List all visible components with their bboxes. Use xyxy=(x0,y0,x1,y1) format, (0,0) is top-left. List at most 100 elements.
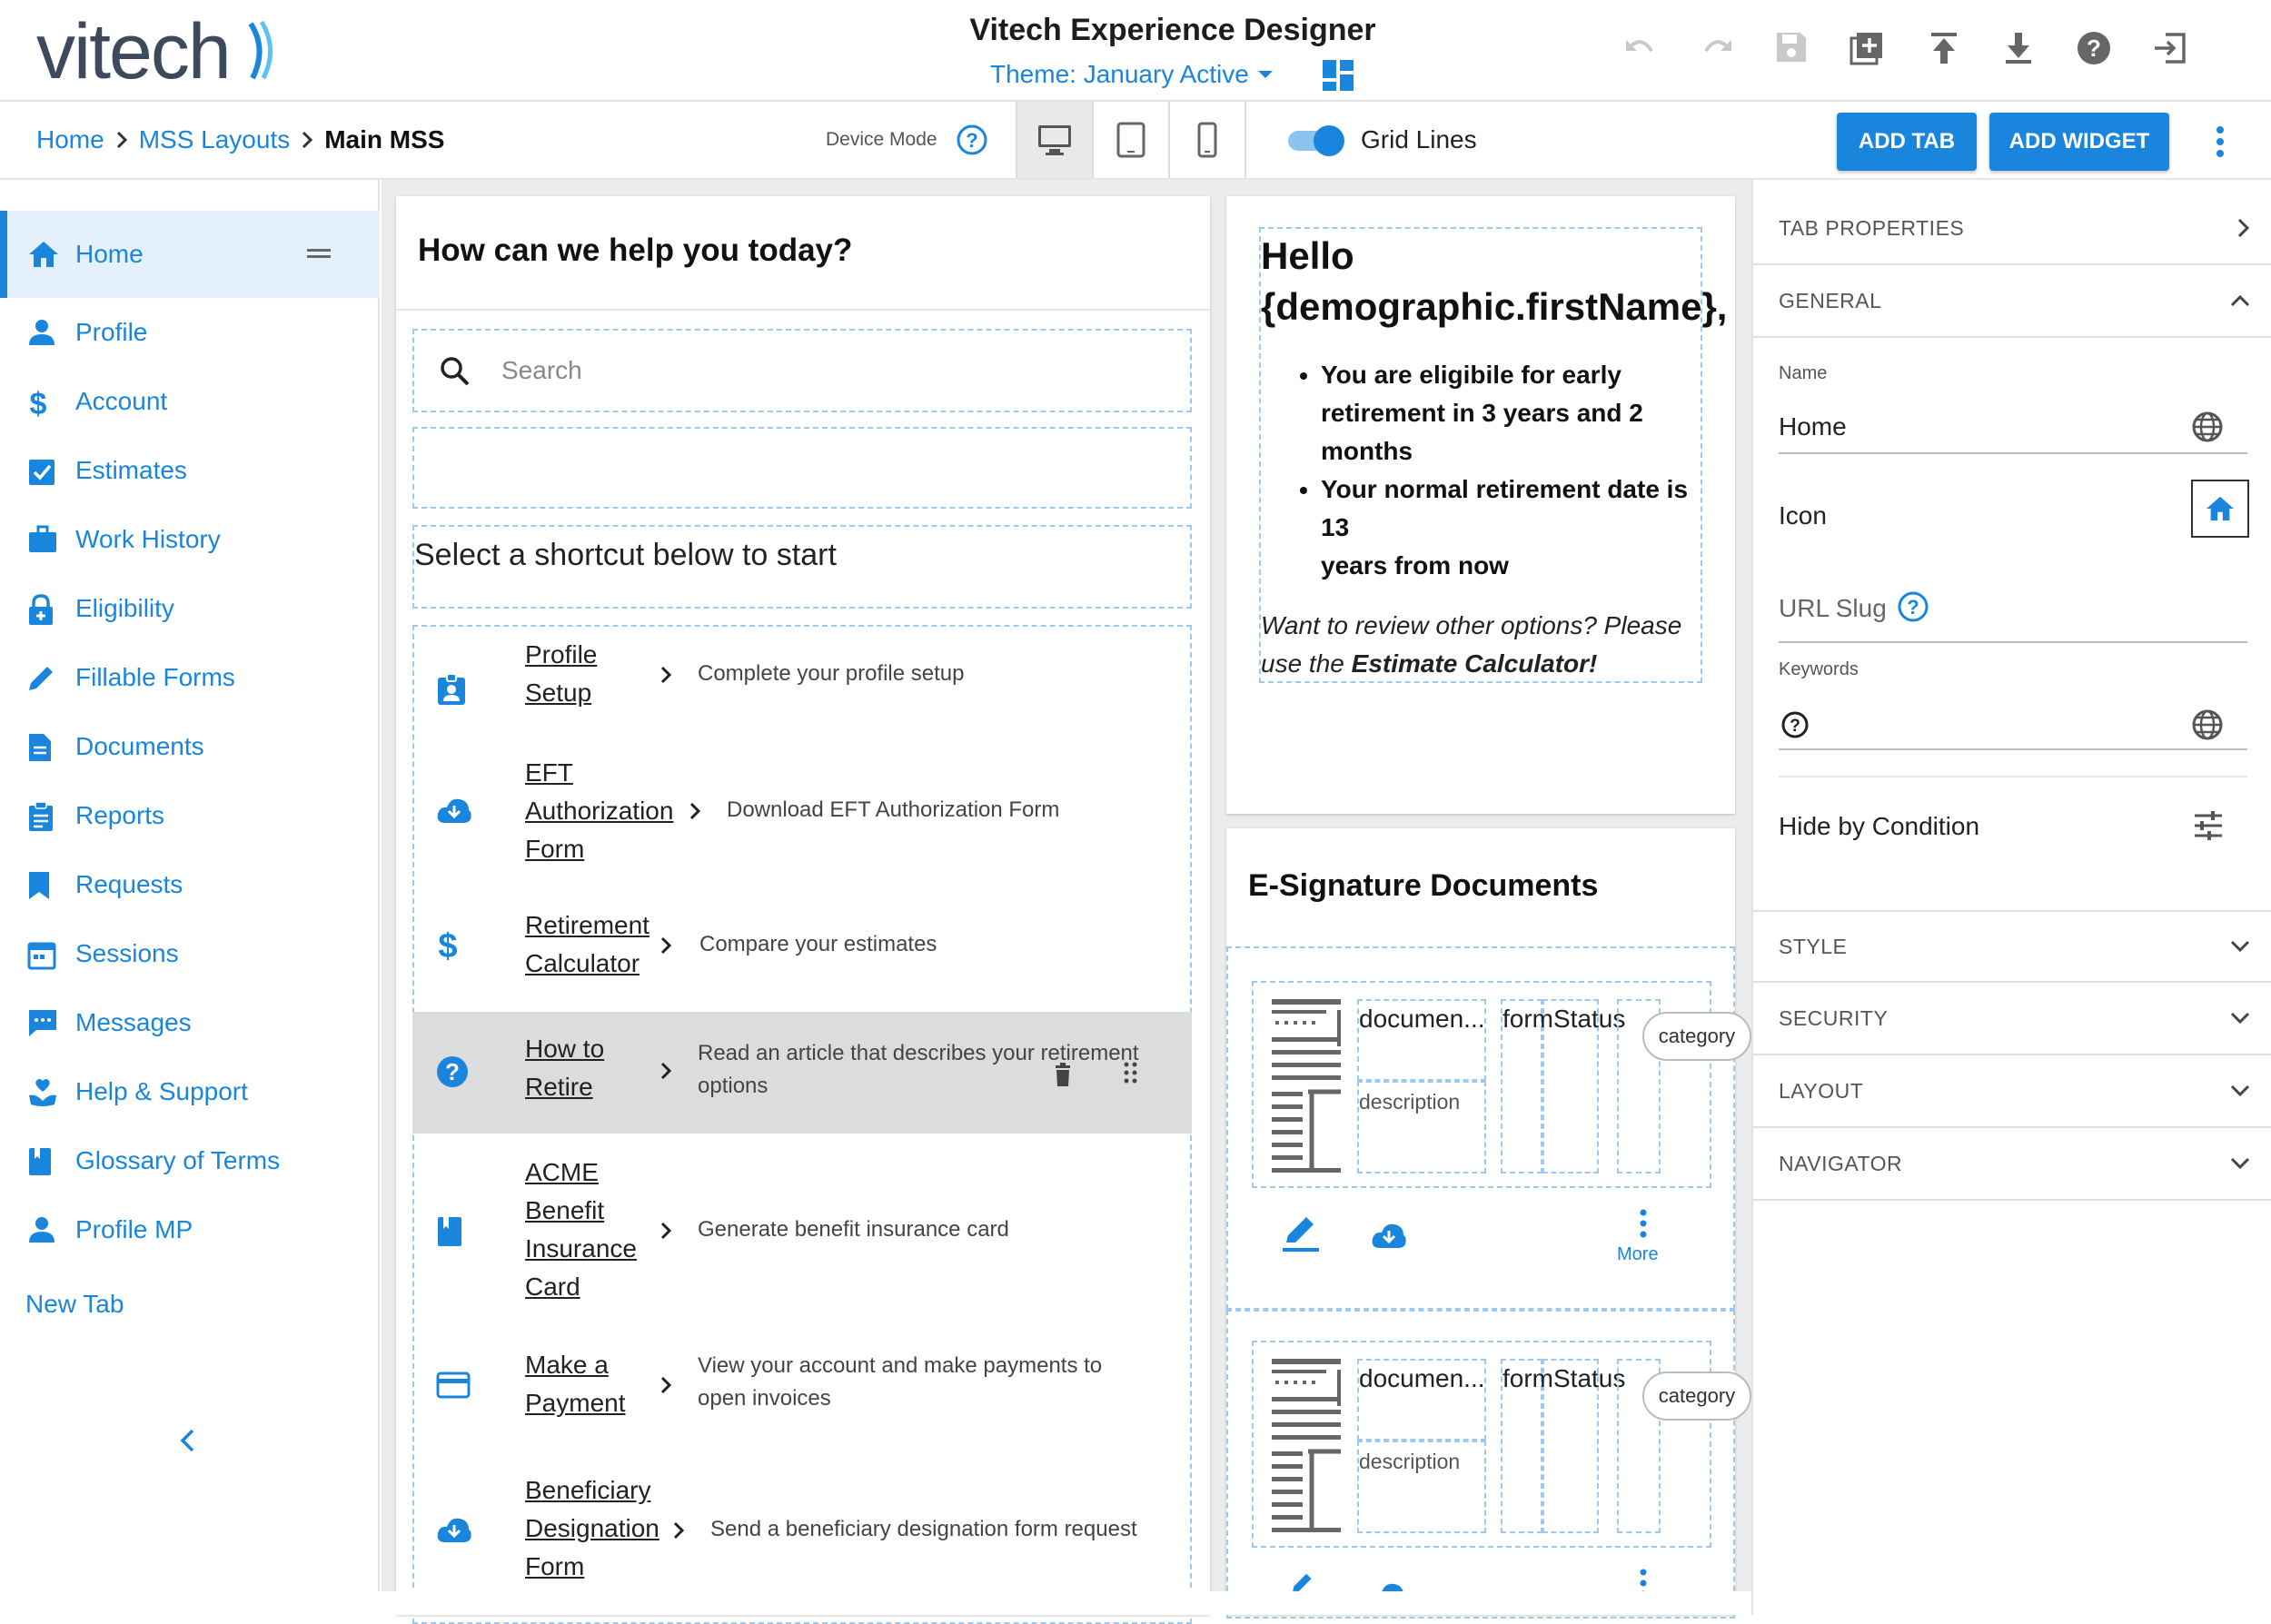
sidebar-item-documents[interactable]: Documents xyxy=(0,721,380,772)
breadcrumb-home[interactable]: Home xyxy=(36,125,104,154)
add-tab-button[interactable]: ADD TAB xyxy=(1837,113,1977,171)
shortcut-retirement-calculator[interactable]: $ Retirement Calculator Compare your est… xyxy=(412,906,1192,1006)
help-circle-icon: ? xyxy=(437,1056,468,1087)
drag-handle-icon[interactable] xyxy=(1123,1061,1139,1084)
svg-text:?: ? xyxy=(1790,717,1800,736)
shortcut-how-to-retire[interactable]: ? How to Retire Read an article that des… xyxy=(412,1012,1192,1134)
drag-handle-icon[interactable] xyxy=(307,247,331,260)
sidebar-item-help-support[interactable]: Help & Support xyxy=(0,1066,380,1117)
add-widget-button[interactable]: ADD WIDGET xyxy=(1989,113,2169,171)
edit-icon[interactable] xyxy=(1281,1213,1321,1253)
shortcut-acme-benefit-card[interactable]: ACME Benefit Insurance Card Generate ben… xyxy=(412,1154,1192,1308)
shortcut-beneficiary-designation[interactable]: Beneficiary Designation Form Send a bene… xyxy=(412,1471,1192,1599)
document-thumbnail-icon xyxy=(1272,999,1341,1173)
sidebar-item-profile[interactable]: Profile xyxy=(0,307,380,358)
chevron-right-icon xyxy=(660,1222,672,1240)
chevron-up-icon xyxy=(2230,294,2250,307)
shortcut-make-payment[interactable]: Make a Payment View your account and mak… xyxy=(412,1351,1192,1442)
device-mode-label: Device Mode xyxy=(826,129,937,150)
shortcut-title-line: Profile xyxy=(525,640,598,668)
grid-lines-toggle[interactable] xyxy=(1288,125,1346,156)
layout-section-header[interactable]: LAYOUT xyxy=(1753,1055,2271,1128)
delete-icon[interactable] xyxy=(1054,1063,1072,1086)
sidebar-item-profile-mp[interactable]: Profile MP xyxy=(0,1204,380,1255)
help-icon[interactable]: ? xyxy=(2077,31,2111,65)
chevron-down-icon xyxy=(2230,1012,2250,1025)
redo-icon[interactable] xyxy=(1699,31,1735,67)
field-underline xyxy=(1779,452,2247,454)
designer-toolbar: Home MSS Layouts Main MSS Device Mode ? … xyxy=(0,102,2271,180)
shortcut-profile-setup[interactable]: Profile Setup Complete your profile setu… xyxy=(412,634,1192,752)
more-actions-button[interactable]: More xyxy=(1617,1208,1659,1265)
shortcut-description: Compare your estimates xyxy=(699,932,937,956)
add-box-icon[interactable] xyxy=(1850,31,1884,65)
layout-dashboard-icon[interactable] xyxy=(1323,60,1354,91)
tune-icon[interactable] xyxy=(2193,810,2224,841)
search-input[interactable]: Search xyxy=(412,329,1192,412)
field-underline xyxy=(1779,641,2247,643)
shortcut-title-line: Designation xyxy=(525,1514,659,1542)
esign-document-card[interactable]: documen... description formStatus catego… xyxy=(1252,1341,1751,1548)
esign-document-card[interactable]: documen... description formStatus catego… xyxy=(1252,981,1751,1188)
search-icon xyxy=(441,357,470,386)
book-icon xyxy=(29,1148,51,1175)
sidebar-item-sessions[interactable]: Sessions xyxy=(0,928,380,979)
more-vert-icon[interactable] xyxy=(2207,124,2233,160)
globe-icon[interactable] xyxy=(2191,411,2224,443)
publish-icon[interactable] xyxy=(1928,31,1960,65)
more-label: More xyxy=(1617,1244,1659,1264)
sidebar-item-estimates[interactable]: Estimates xyxy=(0,445,380,496)
badge-icon xyxy=(438,673,465,705)
undo-icon[interactable] xyxy=(1622,31,1659,67)
device-mode-group xyxy=(1016,102,1246,178)
help-outline-icon[interactable]: ? xyxy=(956,124,988,156)
shortcut-description: Read an article that describes your reti… xyxy=(698,1041,1139,1065)
tab-properties-header[interactable]: TAB PROPERTIES xyxy=(1753,193,2271,265)
shortcut-eft-authorization[interactable]: EFT Authorization Form Download EFT Auth… xyxy=(412,752,1192,888)
sidebar-item-work-history[interactable]: Work History xyxy=(0,514,380,565)
sidebar-item-glossary[interactable]: Glossary of Terms xyxy=(0,1135,380,1186)
sidebar-item-requests[interactable]: Requests xyxy=(0,859,380,910)
general-section-header[interactable]: GENERAL xyxy=(1753,265,2271,338)
greeting-bullets: You are eligibile for early retirement i… xyxy=(1295,356,1704,585)
tablet-mode-button[interactable] xyxy=(1094,102,1170,178)
shortcut-title-line: Form xyxy=(525,1552,585,1580)
sidebar-item-messages[interactable]: Messages xyxy=(0,997,380,1048)
greeting-title: Hello xyxy=(1261,234,1354,277)
url-slug-field[interactable]: URL Slug xyxy=(1779,594,1887,623)
dollar-icon: $ xyxy=(438,927,457,963)
keywords-field-underline[interactable] xyxy=(1779,748,2247,750)
cloud-download-icon[interactable] xyxy=(1370,1221,1408,1250)
hand-heart-icon xyxy=(29,1079,56,1106)
help-outline-icon[interactable]: ? xyxy=(1780,710,1810,739)
desktop-mode-button[interactable] xyxy=(1017,102,1094,178)
breadcrumb-current: Main MSS xyxy=(324,125,445,153)
chevron-right-icon xyxy=(660,1062,672,1080)
style-section-header[interactable]: STYLE xyxy=(1753,910,2271,983)
mobile-mode-button[interactable] xyxy=(1170,102,1246,178)
home-icon xyxy=(2207,496,2234,521)
breadcrumb-mss-layouts[interactable]: MSS Layouts xyxy=(139,125,291,154)
sidebar-item-reports[interactable]: Reports xyxy=(0,790,380,841)
sidebar-item-eligibility[interactable]: Eligibility xyxy=(0,583,380,634)
sidebar-item-fillable-forms[interactable]: Fillable Forms xyxy=(0,652,380,703)
security-section-header[interactable]: SECURITY xyxy=(1753,983,2271,1055)
estimate-calculator-link[interactable]: Estimate Calculator! xyxy=(1352,649,1598,678)
exit-icon[interactable] xyxy=(2153,31,2187,65)
sidebar-item-home[interactable]: Home xyxy=(0,229,380,280)
grid-lines-label: Grid Lines xyxy=(1361,125,1477,153)
sidebar-item-account[interactable]: $ Account xyxy=(0,376,380,427)
name-field[interactable]: Home xyxy=(1779,412,1847,441)
navigator-section-header[interactable]: NAVIGATOR xyxy=(1753,1128,2271,1201)
help-outline-icon[interactable]: ? xyxy=(1897,590,1929,623)
new-tab-link[interactable]: New Tab xyxy=(25,1290,124,1319)
theme-selector[interactable]: Theme: January Active xyxy=(990,60,1274,89)
save-icon[interactable] xyxy=(1775,31,1808,64)
globe-icon[interactable] xyxy=(2191,708,2224,741)
chevron-right-icon xyxy=(673,1521,685,1540)
download-icon[interactable] xyxy=(2002,31,2035,65)
collapse-chevron-left-icon[interactable] xyxy=(178,1428,198,1453)
icon-picker[interactable] xyxy=(2191,480,2249,538)
desktop-icon xyxy=(1038,125,1071,155)
caret-down-icon xyxy=(1257,71,1273,78)
